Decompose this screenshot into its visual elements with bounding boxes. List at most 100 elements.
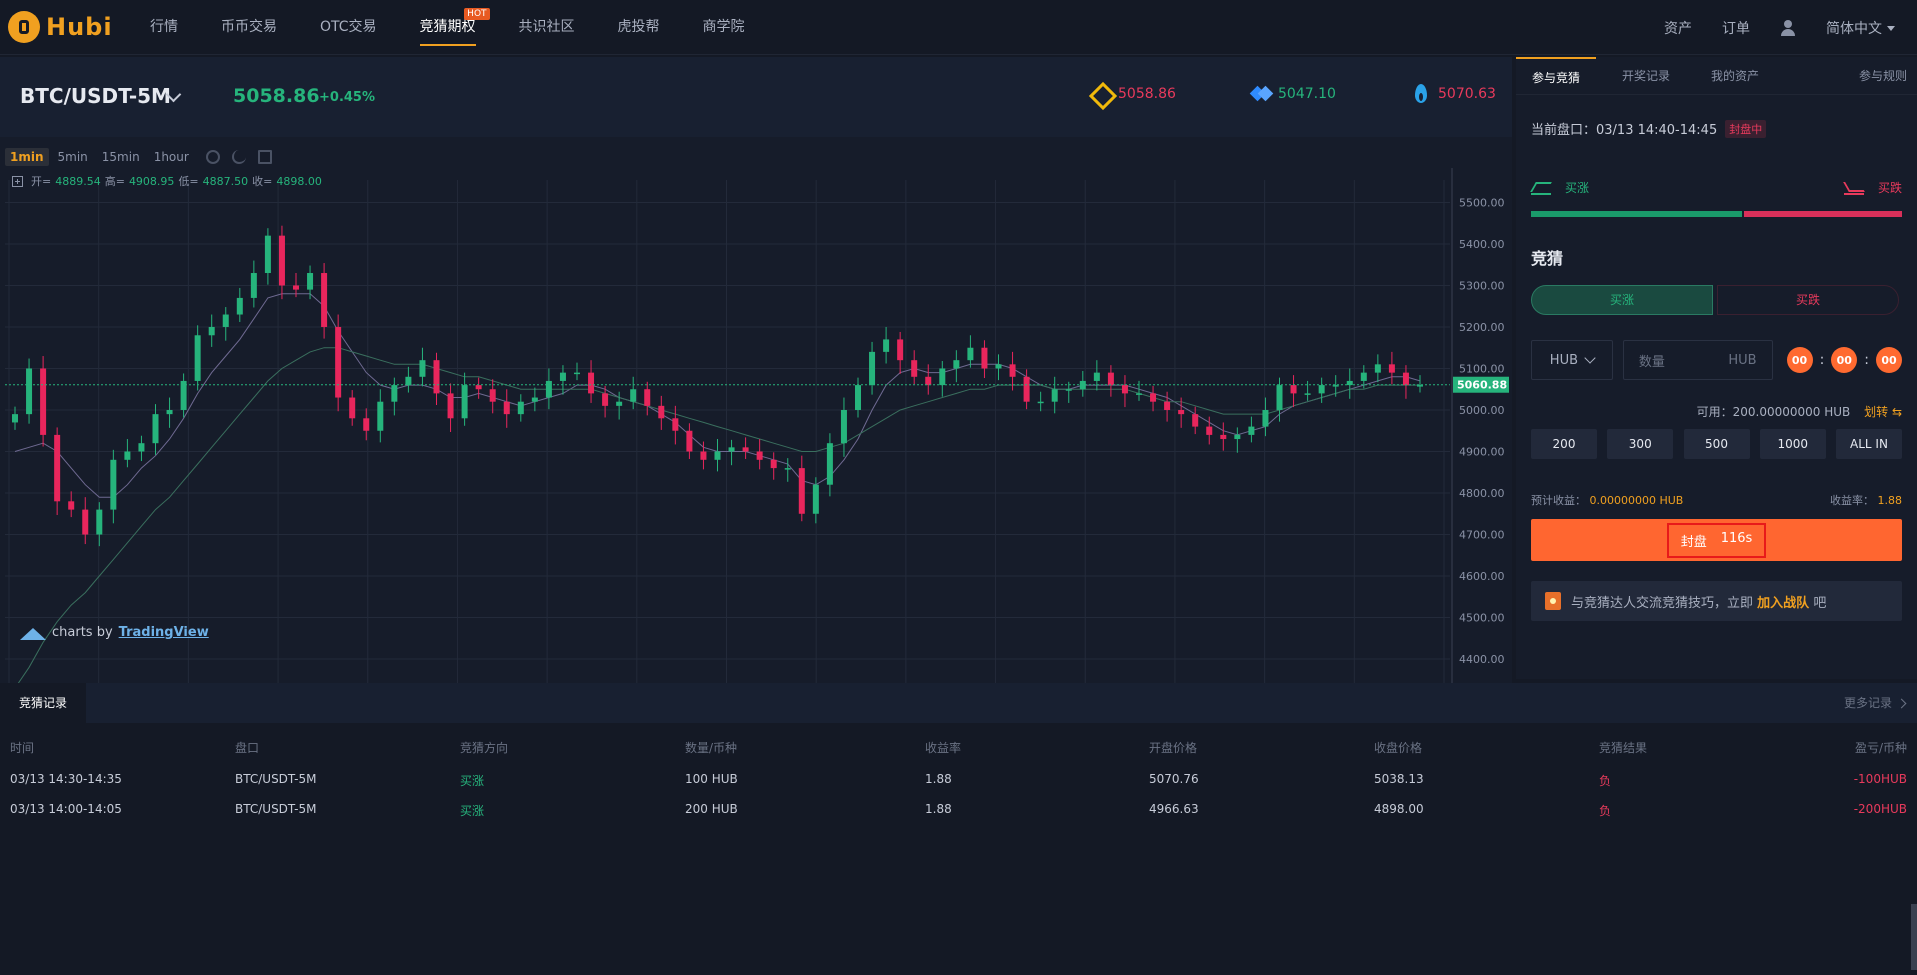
amount-input[interactable]: 数量 HUB [1622, 340, 1773, 380]
candle-body [82, 509, 89, 535]
tip-text: 与竞猜达人交流竞猜技巧，立即 加入战队 吧 [1571, 592, 1826, 611]
rate-value: 1.88 [1877, 494, 1903, 507]
open-label: 开= [31, 175, 52, 188]
chart-panel: BTC/USDT-5M 5058.86 +0.45% 5058.86 5047.… [0, 57, 1512, 734]
rate-label: 收益率： [1830, 494, 1874, 507]
closed-button[interactable]: 封盘 116s [1531, 519, 1902, 561]
hubi-logo[interactable]: Hubi [8, 10, 113, 44]
nav-community[interactable]: 共识社区 [519, 0, 575, 55]
timer-minutes: 00 [1831, 347, 1858, 373]
current-price-label: 5060.88 [1457, 379, 1507, 392]
team-tip-banner[interactable]: 与竞猜达人交流竞猜技巧，立即 加入战队 吧 [1531, 581, 1902, 621]
tab-rules[interactable]: 参与规则 [1859, 57, 1907, 95]
assets-link[interactable]: 资产 [1664, 18, 1692, 38]
candle-body [798, 468, 805, 514]
candle-body [138, 443, 145, 452]
preset-1000-button[interactable]: 1000 [1759, 429, 1826, 459]
candle-body [152, 414, 159, 444]
pair-name[interactable]: BTC/USDT-5M [20, 84, 171, 108]
ratio-down-fill [1744, 211, 1902, 217]
candle-body [1107, 372, 1114, 386]
row-pnl: -200HUB [1853, 802, 1907, 816]
candle-body [1093, 372, 1100, 381]
collapse-icon[interactable] [12, 175, 23, 187]
candle-body [1150, 393, 1157, 402]
timeframe-1hour[interactable]: 1hour [149, 148, 194, 166]
header-market: 盘口 [235, 741, 260, 755]
y-tick-label: 4900.00 [1459, 446, 1505, 459]
user-icon[interactable] [1780, 19, 1796, 36]
candle-body [728, 447, 735, 452]
preset-all-in-button[interactable]: ALL IN [1836, 429, 1902, 459]
buy-up-button[interactable]: 买涨 [1531, 285, 1713, 315]
candle-body [433, 360, 440, 394]
timeframe-1min[interactable]: 1min [5, 148, 49, 166]
timer-separator: : [1864, 352, 1869, 368]
top-right-menu: 资产 订单 简体中文 [1634, 0, 1895, 55]
tab-guess-records[interactable]: 竞猜记录 [0, 683, 86, 723]
tab-my-assets[interactable]: 我的资产 [1711, 57, 1759, 95]
transfer-link[interactable]: 划转 ⇆ [1864, 405, 1902, 419]
timeframe-5min[interactable]: 5min [53, 148, 93, 166]
guess-panel: 参与竞猜 开奖记录 我的资产 参与规则 当前盘口：03/13 14:40-14:… [1516, 57, 1917, 679]
tab-participate[interactable]: 参与竞猜 [1516, 57, 1597, 95]
candle-body [981, 347, 988, 369]
last-price: 5058.86 [233, 85, 320, 107]
candle-body [1417, 385, 1423, 387]
exchange-binance: 5058.86 [1090, 83, 1176, 105]
header-rate: 收益率 [925, 741, 962, 755]
orders-link[interactable]: 订单 [1722, 18, 1750, 38]
candle-body [967, 347, 974, 361]
candle-body [1360, 372, 1367, 381]
language-select[interactable]: 简体中文 [1826, 18, 1895, 38]
row-amount: 200 HUB [685, 802, 738, 816]
candle-body [742, 447, 749, 452]
candle-body [475, 385, 482, 390]
y-tick-label: 5100.00 [1459, 362, 1505, 375]
candle-body [461, 385, 468, 419]
header-result: 竞猜结果 [1599, 741, 1648, 755]
preset-500-button[interactable]: 500 [1683, 429, 1750, 459]
preset-200-button[interactable]: 200 [1531, 429, 1597, 459]
join-team-link[interactable]: 加入战队 [1757, 596, 1809, 611]
buy-down-button[interactable]: 买跌 [1717, 285, 1899, 315]
indicators-icon[interactable] [231, 150, 246, 164]
nav-otc[interactable]: OTC交易 [320, 0, 377, 55]
more-records-link[interactable]: 更多记录 [1844, 683, 1907, 723]
records-section: 竞猜记录 更多记录 时间 盘口 竞猜方向 数量/币种 收益率 开盘价格 收盘价格… [0, 683, 1917, 975]
nav-academy[interactable]: 商学院 [703, 0, 745, 55]
tradingview-brand[interactable]: charts by TradingView [20, 625, 209, 640]
candle-body [391, 385, 398, 402]
timeframe-15min[interactable]: 15min [97, 148, 145, 166]
candle-body [574, 372, 580, 375]
candle-body [12, 414, 18, 423]
candlestick-chart[interactable]: 5500.00 5400.00 5300.00 5200.00 5100.00 5000.… [0, 168, 1512, 734]
row-close-price: 5038.13 [1374, 772, 1424, 786]
nav-market[interactable]: 行情 [150, 0, 178, 55]
nav-spot-trading[interactable]: 币币交易 [221, 0, 277, 55]
closed-countdown: 封盘 116s [1666, 522, 1767, 558]
fullscreen-icon[interactable] [257, 150, 272, 164]
up-label: 买涨 [1565, 180, 1590, 195]
settings-icon[interactable] [205, 150, 220, 164]
tradingview-link[interactable]: TradingView [119, 625, 209, 640]
closed-seconds: 116s [1720, 530, 1753, 546]
candle-body [1206, 426, 1213, 435]
y-tick-label: 5300.00 [1459, 279, 1505, 292]
preset-300-button[interactable]: 300 [1607, 429, 1674, 459]
tab-draw-records[interactable]: 开奖记录 [1622, 57, 1670, 95]
candle-body [784, 468, 791, 470]
scrollbar-thumb[interactable] [1911, 904, 1917, 970]
close-value: 4898.00 [276, 174, 322, 188]
candle-body [124, 451, 131, 460]
candle-body [869, 351, 876, 386]
transfer-label: 划转 [1864, 405, 1889, 419]
nav-guess-options[interactable]: 竞猜期权 HOT [419, 0, 490, 55]
row-direction: 买涨 [460, 804, 485, 818]
unit-select[interactable]: HUB [1531, 340, 1613, 380]
nav-hutoubang[interactable]: 虎投帮 [618, 0, 660, 55]
main-nav: 行情 币币交易 OTC交易 竞猜期权 HOT 共识社区 虎投帮 商学院 [150, 0, 788, 55]
huobi-icon [1410, 83, 1432, 105]
candle-body [26, 368, 33, 415]
row-market: BTC/USDT-5M [235, 802, 317, 816]
